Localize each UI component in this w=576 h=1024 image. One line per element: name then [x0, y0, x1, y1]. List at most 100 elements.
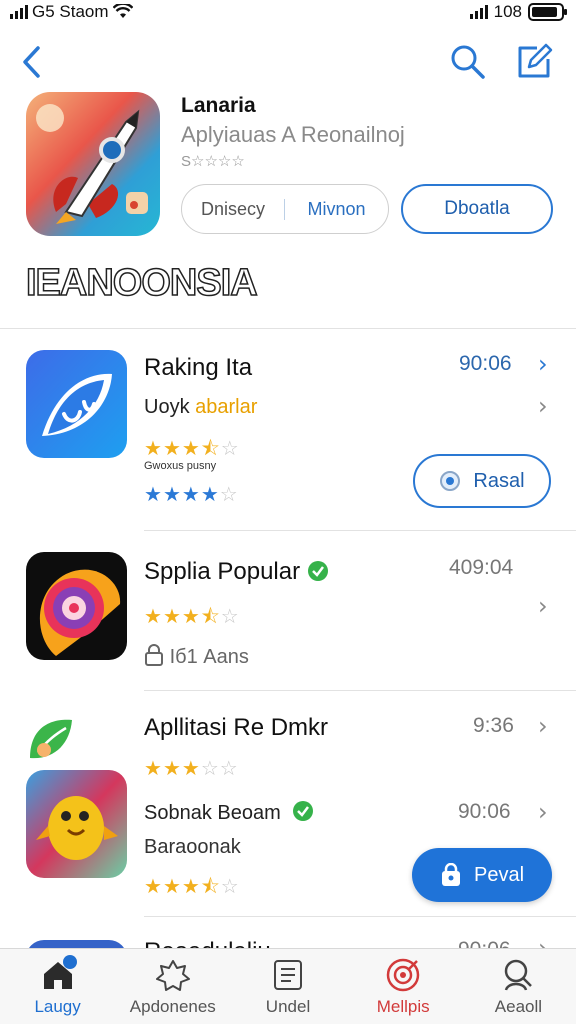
- lock-icon: [145, 644, 163, 666]
- segmented-control: Dnisecy Mivnon: [181, 184, 389, 234]
- star-icon: ☆: [220, 604, 240, 628]
- star-icon: ★: [162, 604, 182, 628]
- item-title: Reoadulaliu: [144, 938, 271, 948]
- item-title-text: Spplia Popular: [144, 558, 301, 585]
- star-icon: ★: [144, 604, 163, 628]
- home-icon: [39, 955, 77, 993]
- wifi-icon: [112, 4, 133, 18]
- feather-icon: [26, 350, 127, 458]
- item-time: 9:36: [473, 714, 514, 737]
- divider: [144, 530, 576, 531]
- chevron-right-icon[interactable]: ›: [538, 392, 548, 420]
- list-item[interactable]: Reoadulaliu 90:06 ›: [0, 936, 576, 948]
- status-left: G5 Staom: [10, 2, 133, 22]
- rocket-icon: [26, 92, 160, 236]
- chevron-left-icon: [23, 46, 40, 78]
- search-icon: [451, 45, 485, 79]
- rocket-app-icon[interactable]: [26, 92, 160, 236]
- star-icon: ☆: [219, 482, 239, 506]
- item-subtitle: Uoyk abarlar: [144, 396, 257, 419]
- item-meta: Iб1 Aans: [144, 644, 249, 669]
- section-heading: IEANOONSIA: [25, 261, 258, 305]
- circle-icon: [440, 471, 461, 491]
- item-sub-title-text: Sobnak Beoam: [144, 802, 281, 824]
- item-time: 90:06: [459, 352, 512, 375]
- bird-app-icon: [26, 770, 127, 878]
- star-icon: ⯪: [200, 436, 221, 460]
- item-caption: Gwoxus pusny: [144, 460, 217, 472]
- search-icon: [499, 957, 537, 993]
- segment-a[interactable]: Dnisecy: [182, 198, 285, 220]
- peval-button[interactable]: Peval: [412, 848, 552, 902]
- item-time: 409:04: [449, 556, 514, 579]
- segment-b[interactable]: Mivnon: [285, 199, 388, 220]
- status-bar: G5 Staom 108: [0, 0, 576, 26]
- star-icon: ☆: [200, 756, 220, 780]
- camera-app-icon: [26, 552, 127, 660]
- compose-button[interactable]: [514, 42, 554, 82]
- star-icon: ★: [162, 482, 182, 506]
- chevron-right-icon[interactable]: ›: [538, 592, 548, 620]
- bird-icon: [26, 770, 127, 878]
- camera-icon: [26, 552, 127, 660]
- app-title: Lanaria: [181, 94, 256, 117]
- signal-icon: [10, 5, 28, 19]
- list-item[interactable]: Spplia Popular 409:04 › ★★★⯪☆ Iб1 Aans: [0, 552, 576, 682]
- divider: [144, 690, 576, 691]
- verified-icon: [307, 561, 328, 581]
- list-icon: [269, 957, 307, 993]
- rasal-label: Rasal: [473, 469, 525, 492]
- chevron-right-icon[interactable]: ›: [538, 798, 548, 826]
- nav-bar: [0, 36, 576, 88]
- star-icon: ★: [162, 756, 182, 780]
- rasal-button[interactable]: Rasal: [413, 454, 551, 508]
- list-item[interactable]: Raking Ita 90:06 › Uoyk abarlar › ★★★⯪☆ …: [0, 350, 576, 530]
- bag-icon: [441, 863, 460, 886]
- carrier-label: G5 Staom: [32, 2, 109, 21]
- star-icon: ★: [144, 482, 163, 506]
- app-header: Lanaria Aplyiauas A Reonailnoj S☆☆☆☆ Dni…: [26, 92, 556, 242]
- star-icon: ★: [144, 874, 163, 898]
- item-sub-label: Baraoonak: [144, 836, 241, 858]
- app-rating: S☆☆☆☆: [181, 153, 245, 170]
- star-icon: ★: [181, 756, 201, 780]
- tab-list[interactable]: Undel: [230, 949, 345, 1024]
- star-icon: ☆: [220, 436, 240, 460]
- tab-target[interactable]: Mellpis: [346, 949, 461, 1024]
- leaf-icon: [26, 714, 76, 764]
- chevron-right-icon[interactable]: ›: [538, 936, 548, 948]
- star-rating: ★★★⯪☆: [144, 602, 240, 636]
- star-rating: ★★★☆☆: [144, 756, 239, 780]
- star-icon: ★: [144, 436, 163, 460]
- chevron-right-icon[interactable]: ›: [538, 712, 548, 740]
- chevron-right-icon[interactable]: ›: [538, 350, 548, 378]
- item-meta-text: Iб1 Aans: [169, 646, 249, 668]
- target-icon: [384, 957, 422, 993]
- item-time: 90:06: [458, 938, 511, 948]
- item-title: Raking Ita: [144, 354, 253, 381]
- feather-app-icon: [26, 350, 127, 458]
- tab-apps[interactable]: Apdonenes: [115, 949, 230, 1024]
- tab-search[interactable]: Aeaoll: [461, 949, 576, 1024]
- star-rating: ★★★⯪☆: [144, 872, 240, 906]
- item-sub-title: Sobnak Beoam: [144, 800, 314, 825]
- tab-home[interactable]: Laugy: [0, 949, 115, 1024]
- tab-bar: Laugy Apdonenes Undel Mellpis Aeaoll: [0, 948, 576, 1024]
- item-title: Spplia Popular: [144, 558, 329, 586]
- star-icon: ⯪: [200, 604, 221, 628]
- status-right: 108: [469, 2, 567, 22]
- star-icon: ⯪: [200, 874, 221, 898]
- compose-icon: [518, 43, 553, 78]
- list-item[interactable]: Apllitasi Re Dmkr 9:36 › ★★★☆☆ Sobnak Be…: [0, 710, 576, 910]
- apps-icon: [154, 957, 192, 993]
- search-button[interactable]: [448, 42, 488, 82]
- verified-icon: [293, 801, 314, 821]
- download-button[interactable]: Dboatla: [401, 184, 553, 234]
- tab-label: Undel: [265, 997, 311, 1016]
- tab-label: Laugy: [34, 997, 81, 1016]
- back-button[interactable]: [12, 42, 52, 82]
- star-icon: ☆: [219, 756, 239, 780]
- notification-badge: [62, 955, 77, 969]
- battery-fill: [532, 7, 558, 17]
- tab-label: Apdonenes: [129, 997, 216, 1016]
